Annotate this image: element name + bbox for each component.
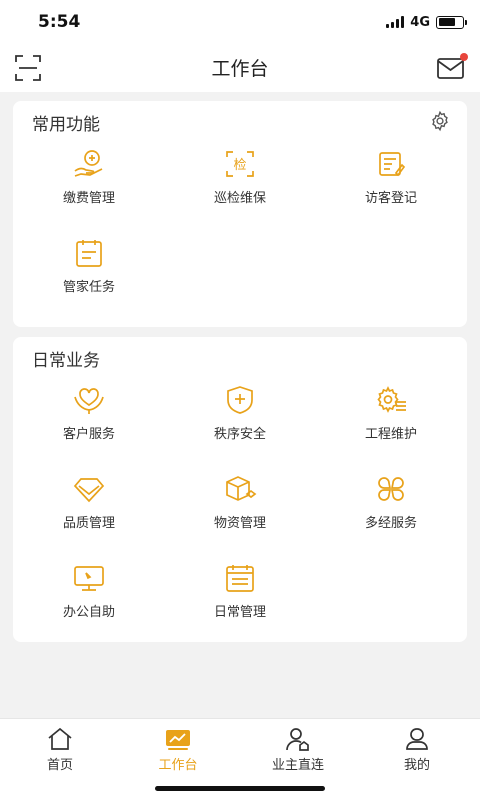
- tab-label: 首页: [46, 758, 73, 773]
- grid-item-payment[interactable]: 缴费管理: [19, 143, 159, 223]
- grid-item-label: 缴费管理: [62, 191, 115, 206]
- tab-profile[interactable]: 我的: [357, 719, 477, 779]
- grid-item-label: 物资管理: [213, 516, 266, 531]
- battery-fill: [438, 18, 455, 26]
- grid-item-label: 办公自助: [62, 605, 115, 620]
- grid-item-multi-service[interactable]: 多经服务: [321, 468, 461, 548]
- daily-business-card: 日常业务 客户服务 秩序安全 工程维护 品质管理 物资管理 多经服务 办公自助 …: [13, 337, 467, 642]
- monitor-icon: [74, 566, 104, 591]
- signal-icon: [386, 16, 405, 28]
- tab-home[interactable]: 首页: [0, 719, 120, 779]
- battery-icon: [436, 15, 467, 29]
- grid-item-daily-management[interactable]: 日常管理: [170, 557, 310, 637]
- grid-item-security[interactable]: 秩序安全: [170, 379, 310, 459]
- grid-item-label: 客户服务: [62, 427, 115, 442]
- workbench-chart-icon: [166, 730, 190, 750]
- status-time: 5:54: [38, 12, 81, 32]
- grid-item-label: 管家任务: [62, 280, 115, 295]
- tab-owner-contact[interactable]: 业主直连: [238, 719, 358, 779]
- grid-item-label: 品质管理: [62, 516, 115, 531]
- grid-item-visitor[interactable]: 访客登记: [321, 143, 461, 223]
- grid-item-label: 日常管理: [213, 605, 266, 620]
- settings-button[interactable]: [429, 110, 451, 132]
- grid-item-label: 秩序安全: [213, 427, 266, 442]
- status-indicators: 4G: [386, 13, 467, 31]
- grid-item-label: 多经服务: [364, 516, 417, 531]
- nav-bar: 工作台: [0, 44, 480, 92]
- mail-button[interactable]: [436, 53, 468, 82]
- grid-item-label: 访客登记: [364, 191, 417, 206]
- tab-label: 我的: [403, 758, 430, 773]
- calendar-list-icon: [226, 565, 254, 592]
- gear-list-icon: [377, 386, 406, 413]
- grid-item-engineering[interactable]: 工程维护: [321, 379, 461, 459]
- visitor-register-icon: [379, 152, 406, 177]
- heart-hand-icon: [74, 388, 104, 414]
- tab-label: 工作台: [158, 758, 198, 773]
- home-icon: [48, 727, 72, 750]
- profile-icon: [406, 728, 428, 750]
- tab-label: 业主直连: [271, 758, 324, 773]
- grid-item-inspection[interactable]: 检 巡检维保: [170, 143, 310, 223]
- inspection-icon: 检: [226, 151, 254, 177]
- grid-item-label: 巡检维保: [213, 191, 266, 206]
- shield-icon: [227, 386, 253, 414]
- task-clipboard-icon: [76, 240, 102, 267]
- network-label: 4G: [410, 14, 430, 30]
- section-title-daily: 日常业务: [32, 351, 100, 371]
- box-icon: [226, 476, 257, 501]
- owner-contact-icon: [286, 728, 309, 751]
- grid-item-customer-service[interactable]: 客户服务: [19, 379, 159, 459]
- unread-badge: [460, 53, 468, 61]
- tab-workbench[interactable]: 工作台: [118, 719, 238, 779]
- grid-item-office[interactable]: 办公自助: [19, 557, 159, 637]
- common-functions-card: 常用功能 缴费管理 检 巡检维保 访客登记 管家任务: [13, 101, 467, 327]
- clover-icon: [378, 477, 404, 501]
- grid-item-materials[interactable]: 物资管理: [170, 468, 310, 548]
- section-title-common: 常用功能: [32, 115, 100, 135]
- page-title: 工作台: [211, 58, 269, 80]
- grid-item-label: 工程维护: [364, 427, 417, 442]
- diamond-icon: [73, 478, 105, 503]
- gear-icon: [432, 110, 448, 132]
- home-indicator: [155, 786, 325, 791]
- grid-item-quality[interactable]: 品质管理: [19, 468, 159, 548]
- svg-text:检: 检: [233, 158, 246, 173]
- payment-icon: [74, 150, 103, 177]
- status-bar: 5:54 4G: [0, 0, 480, 44]
- grid-item-task[interactable]: 管家任务: [19, 232, 159, 312]
